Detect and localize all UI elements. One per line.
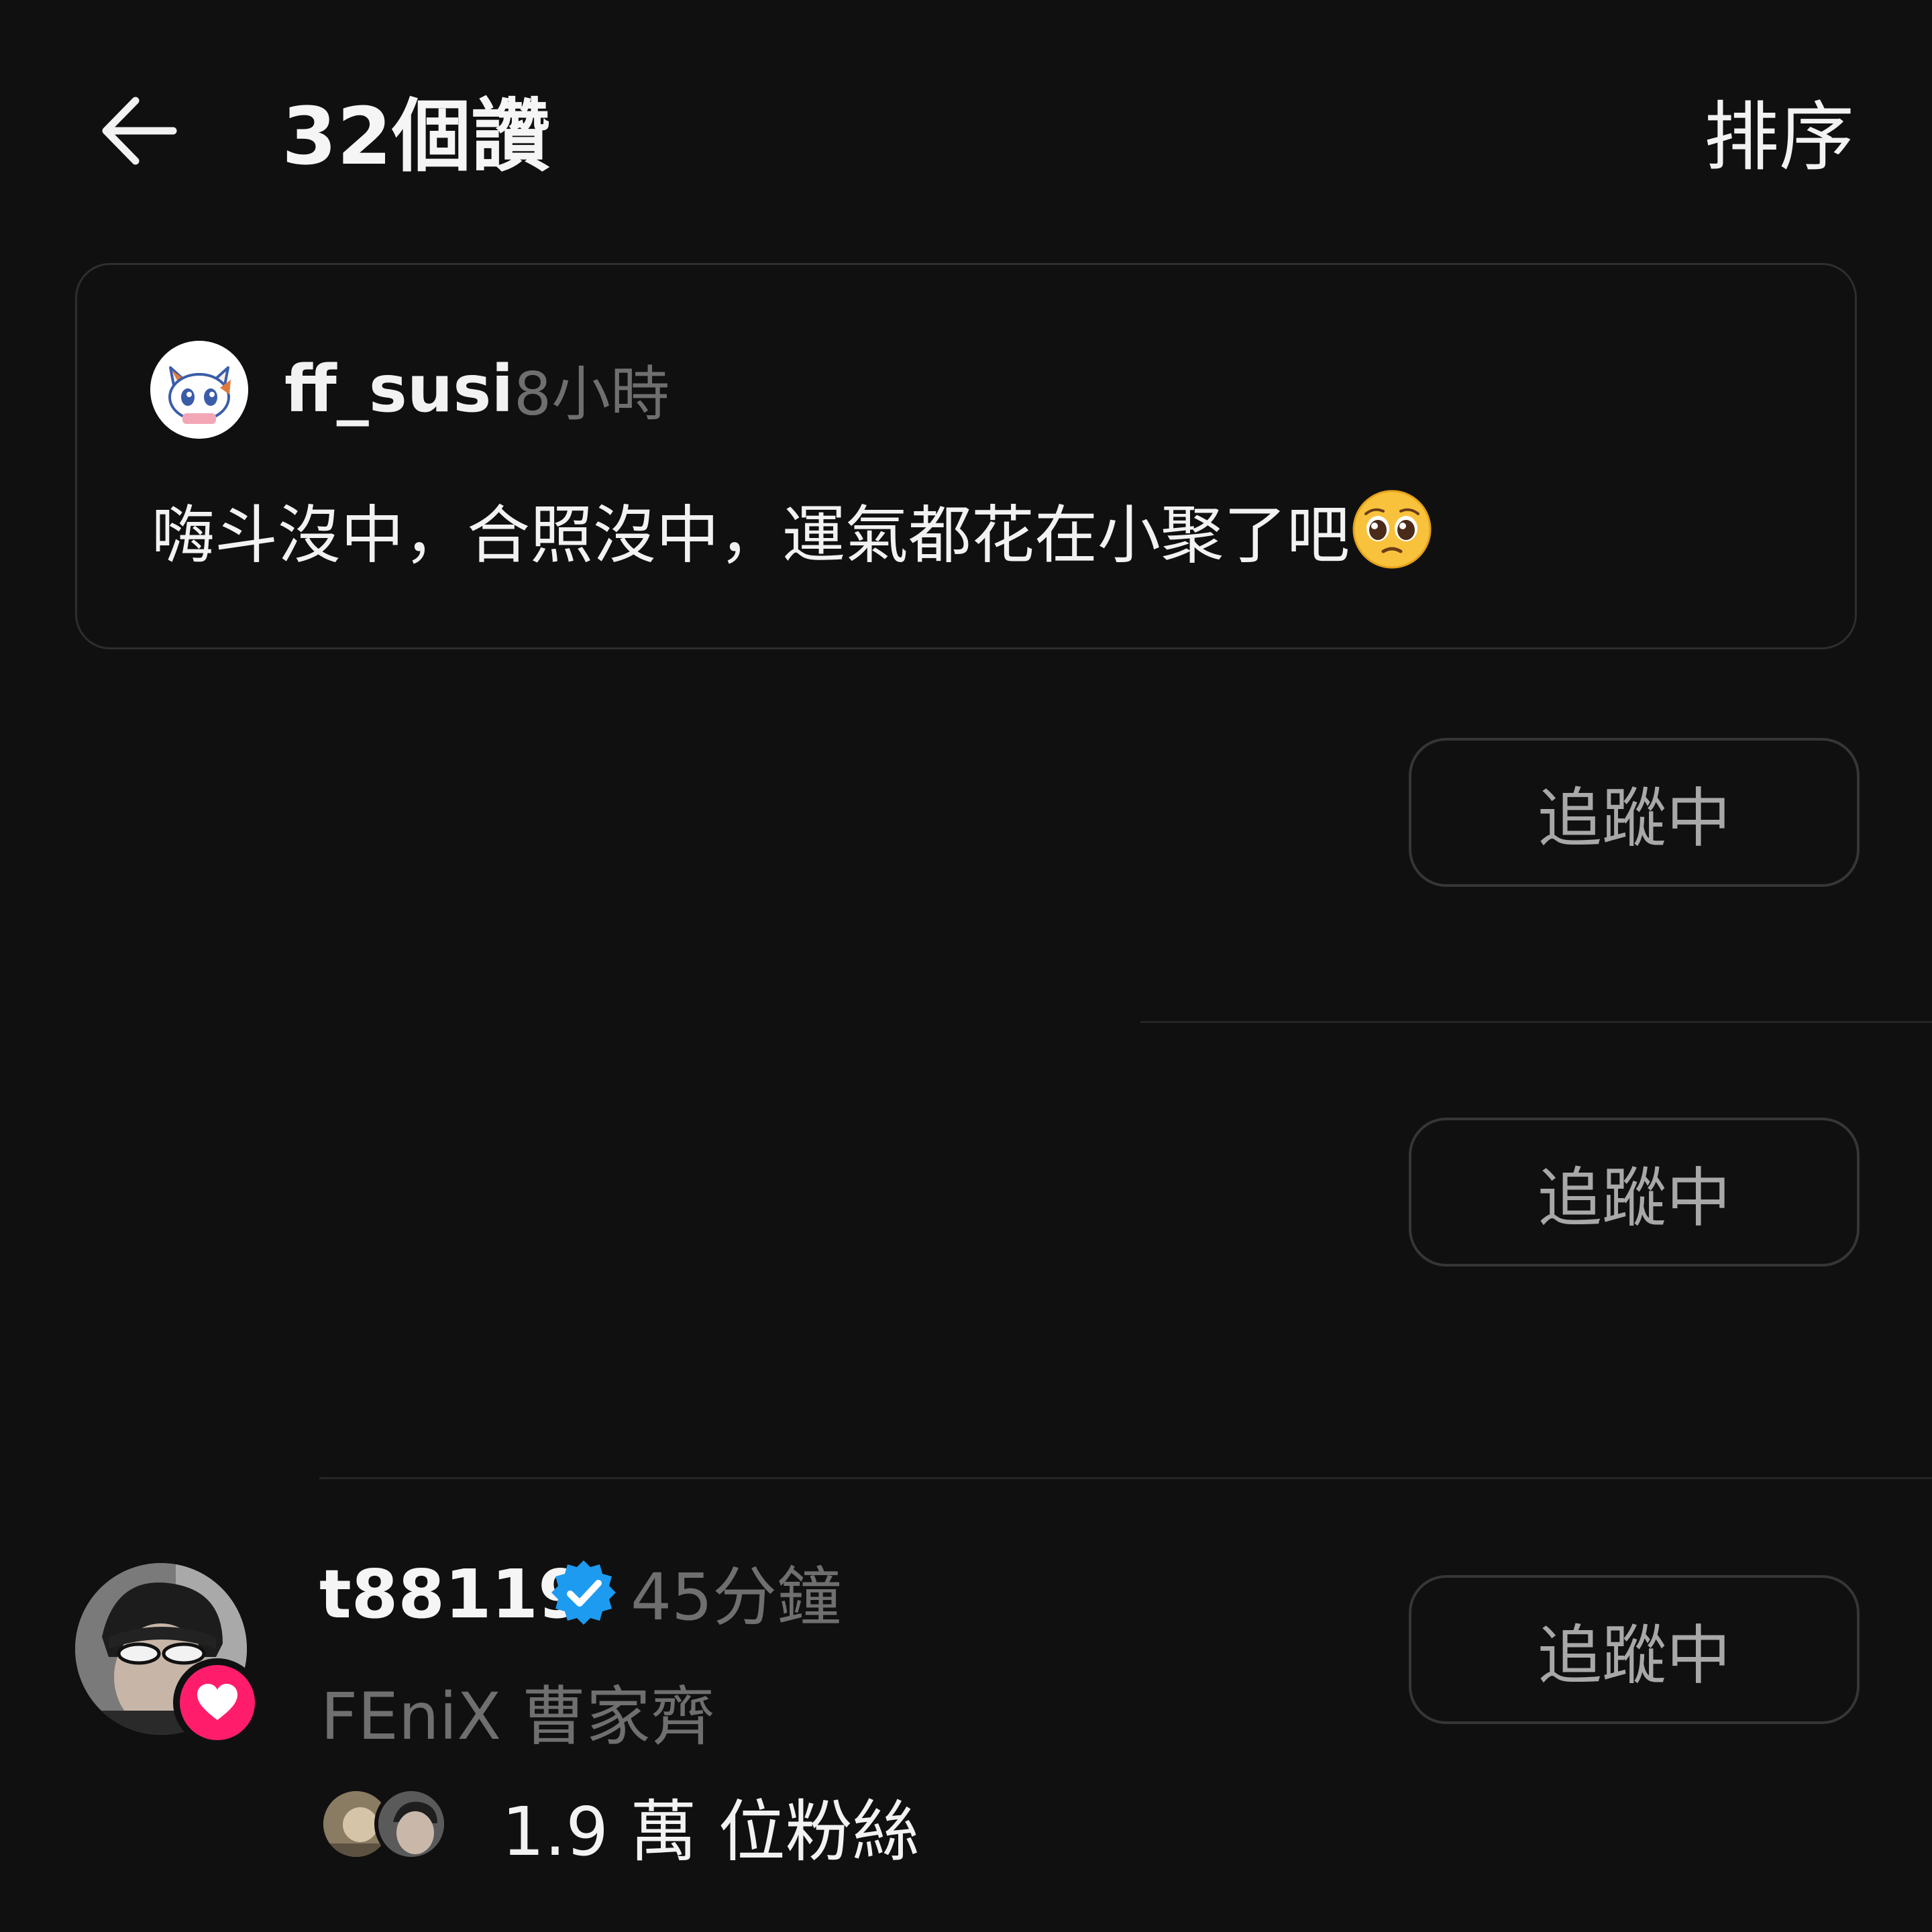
following-button[interactable]: 追蹤中 xyxy=(1409,1575,1860,1724)
avatar[interactable] xyxy=(150,341,248,439)
follower-avatar-icon xyxy=(378,1791,444,1857)
comment-card xyxy=(75,263,1857,649)
heart-icon xyxy=(197,1684,237,1720)
verified-badge-icon xyxy=(551,1560,616,1625)
avatar xyxy=(374,1787,448,1861)
comment-time: 8小時 xyxy=(514,360,669,429)
pleading-face-icon xyxy=(1352,490,1432,569)
user-full-name: FEniX 曹家齊 xyxy=(321,1679,715,1754)
arrow-left-icon xyxy=(102,97,177,165)
cat-avatar-icon xyxy=(150,341,248,439)
user-time: 45分鐘 xyxy=(631,1560,842,1635)
back-button[interactable] xyxy=(94,87,195,174)
follower-count: 1.9 萬 位粉絲 xyxy=(502,1792,920,1871)
page-title: 32個讚 xyxy=(282,90,551,182)
username[interactable]: t88119 xyxy=(319,1551,585,1638)
comment-text: 嗨斗沒中，合照沒中，運氣都花在小聚了吧 xyxy=(152,490,1432,580)
comment-body: 嗨斗沒中，合照沒中，運氣都花在小聚了吧 xyxy=(152,499,1350,572)
following-button[interactable]: 追蹤中 xyxy=(1409,738,1860,887)
comment-username[interactable]: ff_susi xyxy=(284,349,513,429)
divider xyxy=(319,1477,1932,1479)
sort-button[interactable]: 排序 xyxy=(1704,94,1854,181)
following-button[interactable]: 追蹤中 xyxy=(1409,1118,1860,1267)
divider xyxy=(1140,1021,1932,1023)
like-badge xyxy=(173,1658,262,1747)
